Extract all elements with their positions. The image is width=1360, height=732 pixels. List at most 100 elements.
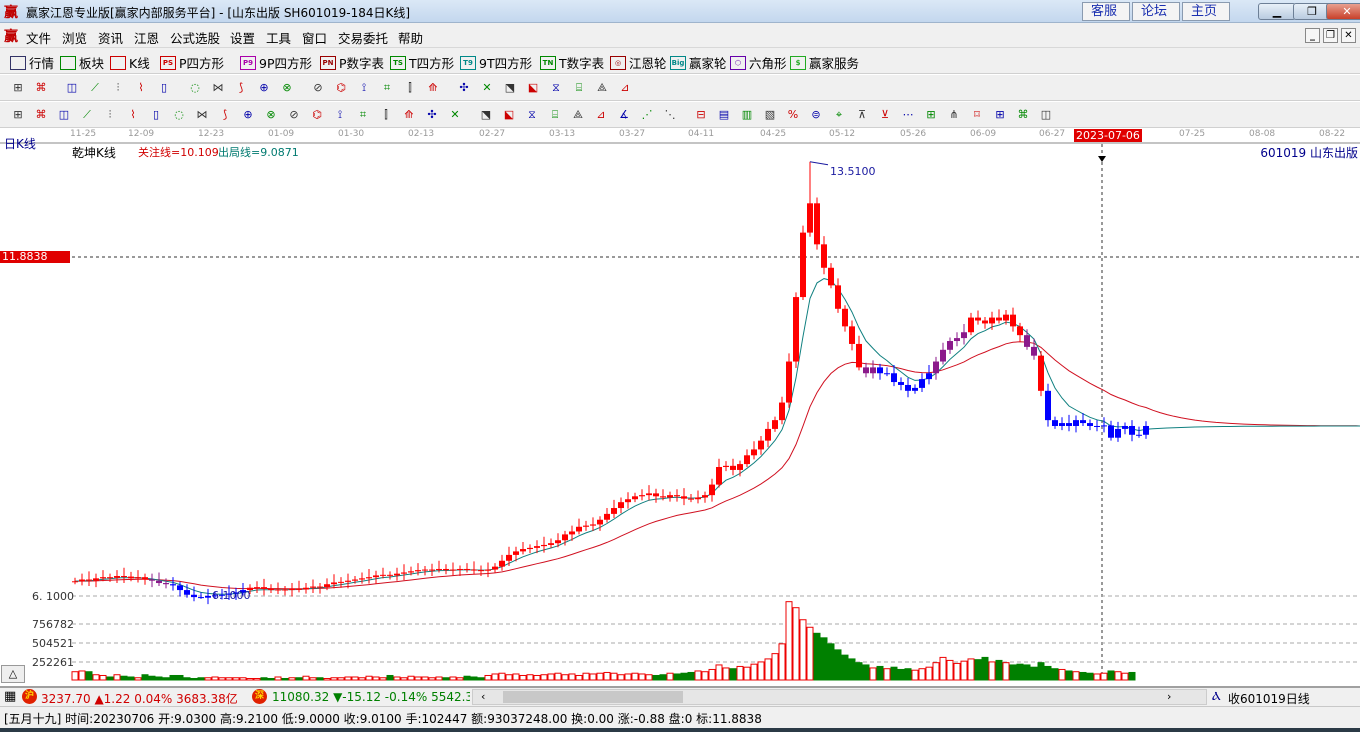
drawing-tool-icon[interactable]: ⋈ (210, 80, 226, 96)
drawing-tool-icon[interactable]: ◌ (171, 107, 187, 123)
toolbar-dollar-button[interactable]: $ 赢家服务 (790, 53, 859, 72)
drawing-tool-icon[interactable]: ✣ (424, 107, 440, 123)
drawing-tool-icon[interactable]: ⟁ (570, 107, 586, 123)
menu-info[interactable]: 资讯 (98, 28, 123, 47)
toolbar-big-wheel-button[interactable]: Big 赢家轮 (670, 53, 727, 72)
drawing-tool-icon[interactable]: ⟆ (233, 80, 249, 96)
close-button[interactable]: ✕ (1326, 3, 1360, 20)
drawing-tool-icon[interactable]: ◫ (64, 80, 80, 96)
mdi-close-button[interactable]: ✕ (1341, 28, 1356, 43)
scroll-right-button[interactable]: › (1167, 690, 1171, 703)
drawing-tool-icon[interactable]: ⟰ (425, 80, 441, 96)
menu-trade[interactable]: 交易委托 (338, 28, 388, 47)
customer-service-link[interactable]: 客服 (1082, 2, 1130, 21)
mdi-restore-button[interactable]: ❐ (1323, 28, 1338, 43)
menu-window[interactable]: 窗口 (302, 28, 327, 47)
drawing-tool-icon[interactable]: ⊞ (10, 107, 26, 123)
scrollbar-thumb[interactable] (503, 691, 683, 703)
homepage-link[interactable]: 主页 (1182, 2, 1230, 21)
toolbar-p9-button[interactable]: P9 9P四方形 (240, 53, 312, 72)
drawing-tool-icon[interactable]: ⊘ (310, 80, 326, 96)
drawing-tool-icon[interactable]: ✕ (447, 107, 463, 123)
minimize-button[interactable]: ▁ (1258, 3, 1296, 20)
drawing-tool-icon[interactable]: ▧ (762, 107, 778, 123)
drawing-tool-icon[interactable]: ⌸ (547, 107, 563, 123)
drawing-tool-icon[interactable]: ⊕ (256, 80, 272, 96)
drawing-tool-icon[interactable]: ⊞ (923, 107, 939, 123)
toolbar-blocks-button[interactable]: 板块 (60, 53, 104, 72)
drawing-tool-icon[interactable]: ⊘ (286, 107, 302, 123)
drawing-tool-icon[interactable]: ⊜ (808, 107, 824, 123)
horizontal-scrollbar[interactable]: ‹ › (472, 689, 1207, 705)
drawing-tool-icon[interactable]: ⟰ (401, 107, 417, 123)
toolbar-grid-button[interactable]: 行情 (10, 53, 54, 72)
toolbar-tn-button[interactable]: TN T数字表 (540, 53, 604, 72)
drawing-tool-icon[interactable]: ▤ (716, 107, 732, 123)
menu-tools[interactable]: 工具 (266, 28, 291, 47)
mdi-minimize-button[interactable]: _ (1305, 28, 1320, 43)
drawing-tool-icon[interactable]: ⋰ (639, 107, 655, 123)
drawing-tool-icon[interactable]: ⟟ (356, 80, 372, 96)
drawing-tool-icon[interactable]: ⌬ (333, 80, 349, 96)
drawing-tool-icon[interactable]: ⌗ (379, 80, 395, 96)
drawing-tool-icon[interactable]: ◌ (187, 80, 203, 96)
menu-gann[interactable]: 江恩 (134, 28, 159, 47)
drawing-tool-icon[interactable]: ⊿ (617, 80, 633, 96)
drawing-tool-icon[interactable]: ▯ (156, 80, 172, 96)
drawing-tool-icon[interactable]: ⊞ (10, 80, 26, 96)
drawing-tool-icon[interactable]: ⫿ (402, 80, 418, 96)
drawing-tool-icon[interactable]: ⬔ (502, 80, 518, 96)
menu-browse[interactable]: 浏览 (62, 28, 87, 47)
drawing-tool-icon[interactable]: ⬕ (525, 80, 541, 96)
drawing-tool-icon[interactable]: ⊟ (693, 107, 709, 123)
drawing-tool-icon[interactable]: ⌖ (831, 107, 847, 123)
drawing-tool-icon[interactable]: ⟋ (87, 80, 103, 96)
forum-link[interactable]: 论坛 (1132, 2, 1180, 21)
drawing-tool-icon[interactable]: ⊞ (992, 107, 1008, 123)
menu-help[interactable]: 帮助 (398, 28, 423, 47)
menu-file[interactable]: 文件 (26, 28, 51, 47)
period-label[interactable]: 日K线 (4, 135, 36, 152)
toolbar-t9-button[interactable]: T9 9T四方形 (460, 53, 532, 72)
drawing-tool-icon[interactable]: % (785, 107, 801, 123)
drawing-tool-icon[interactable]: ⧖ (548, 80, 564, 96)
drawing-tool-icon[interactable]: ⧖ (524, 107, 540, 123)
drawing-tool-icon[interactable]: ◫ (56, 107, 72, 123)
drawing-tool-icon[interactable]: ◫ (1038, 107, 1054, 123)
drawing-tool-icon[interactable]: ⊻ (877, 107, 893, 123)
drawing-tool-icon[interactable]: ▥ (739, 107, 755, 123)
toolbar-gann-wheel-button[interactable]: ◎ 江恩轮 (610, 53, 667, 72)
menu-formula[interactable]: 公式选股 (170, 28, 220, 47)
drawing-tool-icon[interactable]: ⬔ (478, 107, 494, 123)
kline-chart[interactable]: 日K线 乾坤K线 关注线=10.109 出局线=9.0871 601019 山东… (0, 128, 1360, 686)
drawing-tool-icon[interactable]: ⟆ (217, 107, 233, 123)
drawing-tool-icon[interactable]: ⌇ (133, 80, 149, 96)
drawing-tool-icon[interactable]: ⊕ (240, 107, 256, 123)
drawing-tool-icon[interactable]: ⋯ (900, 107, 916, 123)
scroll-left-button[interactable]: ‹ (481, 690, 485, 703)
drawing-tool-icon[interactable]: ∡ (616, 107, 632, 123)
drawing-tool-icon[interactable]: ⫿ (378, 107, 394, 123)
drawing-tool-icon[interactable]: ⫶ (110, 80, 126, 96)
toolbar-candles-button[interactable]: K线 (110, 53, 150, 72)
menu-settings[interactable]: 设置 (230, 28, 255, 47)
drawing-tool-icon[interactable]: ⋔ (946, 107, 962, 123)
drawing-tool-icon[interactable]: ⊗ (279, 80, 295, 96)
shanghai-index[interactable]: 3237.70 ▲1.22 0.04% 3683.38亿 (41, 690, 238, 707)
drawing-tool-icon[interactable]: ⫶ (102, 107, 118, 123)
toolbar-pn-button[interactable]: PN P数字表 (320, 53, 384, 72)
toolbar-ps-button[interactable]: PS P四方形 (160, 53, 224, 72)
drawing-tool-icon[interactable]: ⋱ (662, 107, 678, 123)
drawing-tool-icon[interactable]: ⟋ (79, 107, 95, 123)
expand-panel-button[interactable]: △ (1, 665, 25, 683)
drawing-tool-icon[interactable]: ⊼ (854, 107, 870, 123)
drawing-tool-icon[interactable]: ⌬ (309, 107, 325, 123)
drawing-tool-icon[interactable]: ✣ (456, 80, 472, 96)
drawing-tool-icon[interactable]: ✕ (479, 80, 495, 96)
toolbar-hexagon-button[interactable]: ⬡ 六角形 (730, 53, 787, 72)
toolbar-ts-button[interactable]: TS T四方形 (390, 53, 454, 72)
drawing-tool-icon[interactable]: ⌘ (33, 80, 49, 96)
drawing-tool-icon[interactable]: ⌗ (355, 107, 371, 123)
drawing-tool-icon[interactable]: ⬕ (501, 107, 517, 123)
drawing-tool-icon[interactable]: ⌘ (1015, 107, 1031, 123)
